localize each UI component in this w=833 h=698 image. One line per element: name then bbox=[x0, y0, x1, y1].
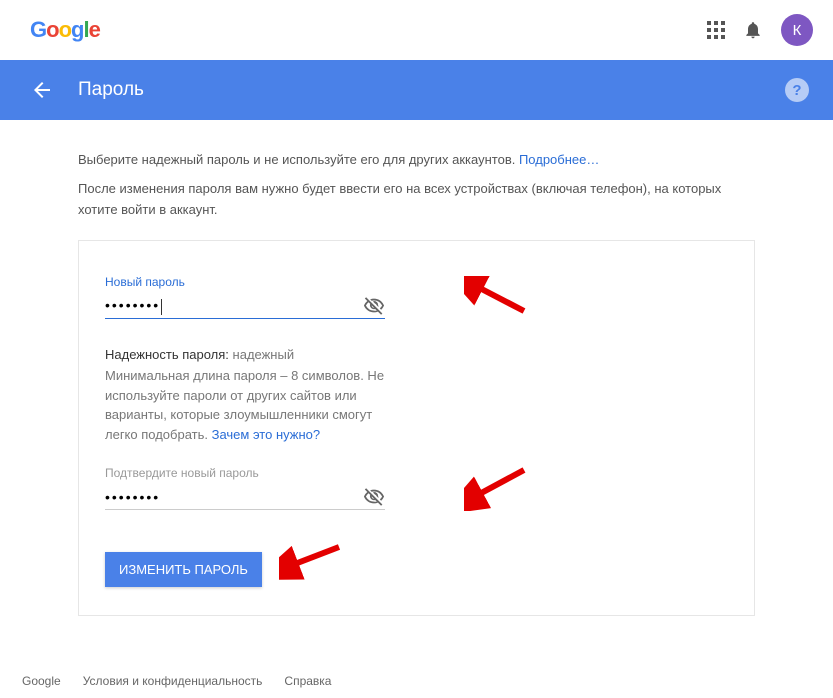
footer-privacy-link[interactable]: Условия и конфиденциальность bbox=[83, 674, 263, 688]
strength-value: надежный bbox=[229, 347, 294, 362]
footer: Google Условия и конфиденциальность Спра… bbox=[22, 674, 331, 688]
annotation-arrow-icon bbox=[279, 543, 349, 583]
content-area: Выберите надежный пароль и не используйт… bbox=[0, 120, 833, 616]
title-bar: Пароль ? bbox=[0, 60, 833, 120]
strength-description: Минимальная длина пароля – 8 символов. Н… bbox=[105, 366, 395, 444]
footer-google-link[interactable]: Google bbox=[22, 674, 61, 688]
strength-title: Надежность пароля: надежный bbox=[105, 347, 395, 362]
intro-text-1-text: Выберите надежный пароль и не используйт… bbox=[78, 152, 519, 167]
intro-text-2: После изменения пароля вам нужно будет в… bbox=[78, 179, 755, 221]
page-title: Пароль bbox=[78, 79, 144, 101]
top-header: Google К bbox=[0, 0, 833, 60]
confirm-password-input[interactable]: •••••••• bbox=[105, 489, 363, 505]
footer-help-link[interactable]: Справка bbox=[284, 674, 331, 688]
new-password-dots: •••••••• bbox=[105, 297, 160, 313]
intro-text-1: Выберите надежный пароль и не используйт… bbox=[78, 150, 755, 171]
visibility-off-icon[interactable] bbox=[363, 486, 385, 508]
new-password-input-wrap: •••••••• bbox=[105, 293, 385, 319]
password-card: Новый пароль •••••••• Надежность пароля:… bbox=[78, 240, 755, 616]
back-arrow-icon[interactable] bbox=[30, 78, 54, 102]
confirm-password-label: Подтвердите новый пароль bbox=[105, 466, 728, 480]
notifications-icon[interactable] bbox=[743, 20, 763, 40]
new-password-input[interactable]: •••••••• bbox=[105, 297, 363, 314]
confirm-password-input-wrap: •••••••• bbox=[105, 484, 385, 510]
avatar[interactable]: К bbox=[781, 14, 813, 46]
confirm-password-group: Подтвердите новый пароль •••••••• bbox=[105, 466, 728, 510]
text-cursor bbox=[161, 299, 162, 315]
strength-label: Надежность пароля: bbox=[105, 347, 229, 362]
google-logo[interactable]: Google bbox=[30, 17, 100, 43]
visibility-off-icon[interactable] bbox=[363, 295, 385, 317]
new-password-group: Новый пароль •••••••• bbox=[105, 275, 728, 319]
strength-block: Надежность пароля: надежный Минимальная … bbox=[105, 347, 395, 444]
why-link[interactable]: Зачем это нужно? bbox=[212, 427, 321, 442]
help-icon[interactable]: ? bbox=[785, 78, 809, 102]
header-right: К bbox=[707, 14, 813, 46]
learn-more-link[interactable]: Подробнее… bbox=[519, 152, 599, 167]
new-password-label: Новый пароль bbox=[105, 275, 728, 289]
change-password-button[interactable]: ИЗМЕНИТЬ ПАРОЛЬ bbox=[105, 552, 262, 587]
apps-grid-icon[interactable] bbox=[707, 21, 725, 39]
